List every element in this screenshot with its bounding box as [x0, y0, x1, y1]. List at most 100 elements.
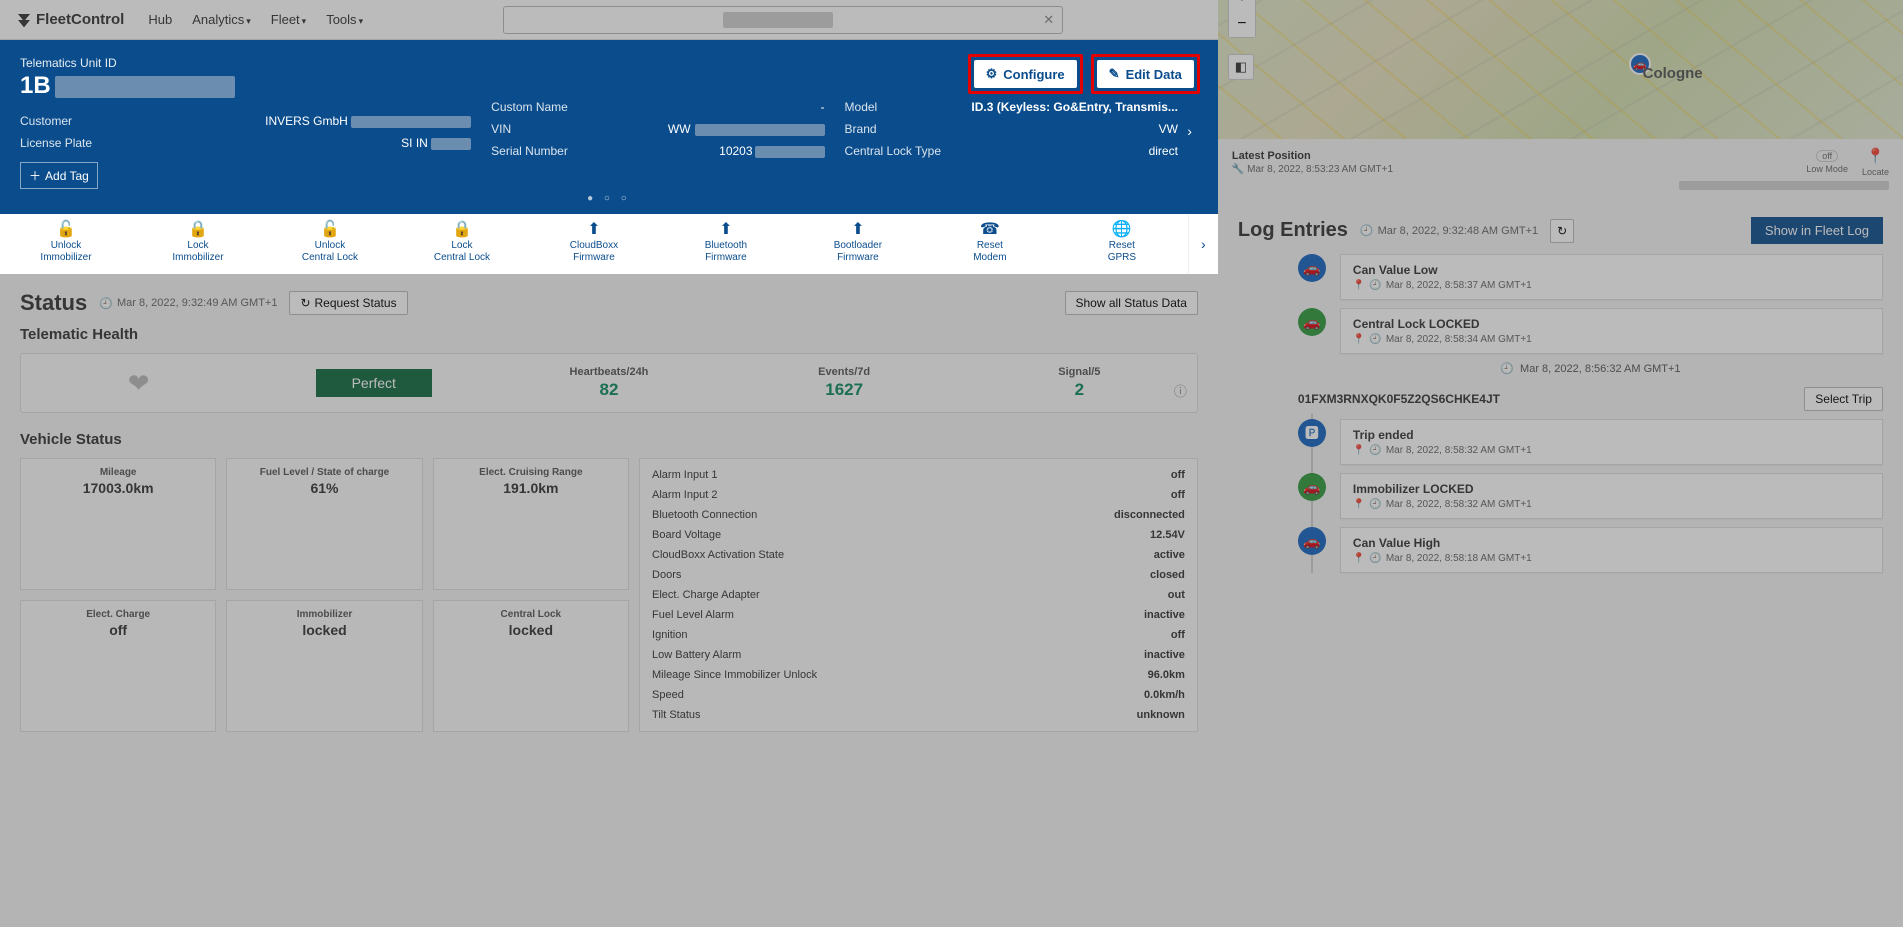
log-entry: 🚗Immobilizer LOCKED📍🕘Mar 8, 2022, 8:58:3… [1298, 473, 1883, 519]
action-lock-central-lock[interactable]: 🔒LockCentral Lock [396, 214, 528, 274]
card-value: off [29, 622, 207, 638]
status-card: Immobilizerlocked [226, 600, 422, 732]
locate-button[interactable]: 📍Locate [1862, 147, 1889, 177]
list-value: out [1168, 585, 1185, 605]
zoom-in-button[interactable]: + [1229, 0, 1255, 11]
page-dots: ● ○ ○ [20, 193, 1198, 204]
vin-label: VIN [491, 118, 611, 140]
action-icon: 🔓 [4, 224, 128, 236]
brand-value: VW [965, 118, 1198, 140]
log-entry-ts: 📍🕘Mar 8, 2022, 8:58:37 AM GMT+1 [1353, 280, 1870, 291]
license-label: License Plate [20, 132, 140, 154]
log-entry-title: Trip ended [1353, 428, 1870, 442]
info-icon[interactable]: ⓘ [1174, 381, 1187, 400]
clock-icon: 🕘 [1360, 224, 1374, 237]
log-entry-icon: 🚗 [1298, 254, 1326, 282]
health-row: ❤ Perfect Heartbeats/24h82 Events/7d1627… [20, 353, 1198, 413]
list-key: Low Battery Alarm [652, 645, 741, 665]
list-value: active [1154, 545, 1185, 565]
show-fleet-log-button[interactable]: Show in Fleet Log [1751, 217, 1883, 244]
show-all-status-button[interactable]: Show all Status Data [1065, 291, 1198, 315]
unit-id-value: 1B [20, 72, 491, 100]
refresh-log-button[interactable]: ↻ [1550, 219, 1574, 243]
action-bluetooth-firmware[interactable]: ⬆BluetoothFirmware [660, 214, 792, 274]
map[interactable]: Copy Position Open in Google Maps + − ◧ … [1218, 0, 1903, 139]
clt-label: Central Lock Type [845, 140, 965, 162]
status-list-row: Low Battery Alarminactive [652, 645, 1185, 665]
nav-hub[interactable]: Hub [148, 12, 172, 27]
zoom-out-button[interactable]: − [1229, 11, 1255, 37]
action-unlock-central-lock[interactable]: 🔓UnlockCentral Lock [264, 214, 396, 274]
nav-tools[interactable]: Tools▾ [326, 12, 363, 27]
log-entry-card[interactable]: Trip ended📍🕘Mar 8, 2022, 8:58:32 AM GMT+… [1340, 419, 1883, 465]
sig-val: 2 [962, 380, 1197, 400]
action-unlock-immobilizer[interactable]: 🔓UnlockImmobilizer [0, 214, 132, 274]
log-entry-card[interactable]: Central Lock LOCKED📍🕘Mar 8, 2022, 8:58:3… [1340, 308, 1883, 354]
status-card: Elect. Cruising Range 191.0km [433, 458, 629, 590]
log-entry-card[interactable]: Can Value Low 📍🕘Mar 8, 2022, 8:58:37 AM G… [1340, 254, 1883, 300]
status-list-row: Mileage Since Immobilizer Unlock96.0km [652, 665, 1185, 685]
card-value: locked [442, 622, 620, 638]
refresh-icon: ↻ [300, 296, 310, 310]
card-value: 17003.0km [29, 480, 207, 496]
layers-button[interactable]: ◧ [1228, 54, 1254, 80]
select-trip-button[interactable]: Select Trip [1804, 387, 1883, 411]
pin-icon: 📍 [1353, 280, 1365, 291]
list-key: Speed [652, 685, 684, 705]
log-entry-title: Can Value Low [1353, 263, 1870, 277]
low-mode-toggle[interactable]: offLow Mode [1806, 150, 1848, 174]
list-key: Bluetooth Connection [652, 505, 757, 525]
customer-value: INVERS GmbH [140, 110, 491, 132]
action-cloudboxx-firmware[interactable]: ⬆CloudBoxxFirmware [528, 214, 660, 274]
status-card: Central Locklocked [433, 600, 629, 732]
log-entry-card[interactable]: Can Value High📍🕘Mar 8, 2022, 8:58:18 AM … [1340, 527, 1883, 573]
status-list-row: Fuel Level Alarminactive [652, 605, 1185, 625]
health-badge: Perfect [316, 369, 432, 397]
request-status-button[interactable]: ↻Request Status [289, 291, 407, 315]
log-entry-icon: 🚗 [1298, 308, 1326, 336]
card-label: Elect. Cruising Range [442, 467, 620, 478]
log-entry: 🚗 Central Lock LOCKED📍🕘Mar 8, 2022, 8:58:… [1298, 308, 1883, 354]
card-value: 61% [235, 480, 413, 496]
add-tag-button[interactable]: ＋Add Tag [20, 162, 98, 189]
action-bootloader-firmware[interactable]: ⬆BootloaderFirmware [792, 214, 924, 274]
model-value: ID.3 (Keyless: Go&Entry, Transmis... [965, 96, 1198, 118]
status-card: Elect. Charge off [20, 600, 216, 732]
action-lock-immobilizer[interactable]: 🔒LockImmobilizer [132, 214, 264, 274]
action-reset-modem[interactable]: ☎ResetModem [924, 214, 1056, 274]
ev-val: 1627 [727, 380, 962, 400]
action-next-button[interactable]: › [1188, 214, 1218, 274]
pin-icon: 📍 [1353, 334, 1365, 345]
list-key: Ignition [652, 625, 687, 645]
action-icon: ⬆ [532, 224, 656, 236]
hb-val: 82 [491, 380, 726, 400]
action-icon: 🔒 [136, 224, 260, 236]
serial-value: 10203 [611, 140, 844, 162]
list-value: off [1171, 625, 1185, 645]
action-icon: 🔓 [268, 224, 392, 236]
action-reset-gprs[interactable]: 🌐ResetGPRS [1056, 214, 1188, 274]
heart-icon: ❤ [21, 368, 256, 399]
card-value: 191.0km [442, 480, 620, 496]
vehicle-status-header: Vehicle Status [20, 431, 1198, 448]
log-entry-ts: 📍🕘Mar 8, 2022, 8:58:18 AM GMT+1 [1353, 553, 1870, 564]
nav-fleet[interactable]: Fleet▾ [271, 12, 306, 27]
list-value: 0.0km/h [1144, 685, 1185, 705]
license-value: SI IN [140, 132, 491, 154]
log-entry-card[interactable]: Immobilizer LOCKED📍🕘Mar 8, 2022, 8:58:32… [1340, 473, 1883, 519]
status-card: Fuel Level / State of charge61% [226, 458, 422, 590]
card-label: Elect. Charge [29, 609, 207, 620]
nav-analytics[interactable]: Analytics▾ [192, 12, 251, 27]
log-entry-ts: 📍🕘Mar 8, 2022, 8:58:32 AM GMT+1 [1353, 499, 1870, 510]
status-list-row: CloudBoxx Activation Stateactive [652, 545, 1185, 565]
hb-label: Heartbeats/24h [491, 366, 726, 378]
status-timestamp: 🕘Mar 8, 2022, 9:32:49 AM GMT+1 [99, 297, 277, 310]
action-icon: ⬆ [796, 224, 920, 236]
clear-icon[interactable]: ✕ [1043, 12, 1054, 28]
status-list-row: Alarm Input 1off [652, 465, 1185, 485]
chevron-right-icon[interactable]: › [1187, 123, 1192, 139]
clt-value: direct [965, 140, 1198, 162]
status-list-row: Bluetooth Connectiondisconnected [652, 505, 1185, 525]
custom-name-label: Custom Name [491, 96, 611, 118]
log-entry-icon: 🅿 [1298, 419, 1326, 447]
